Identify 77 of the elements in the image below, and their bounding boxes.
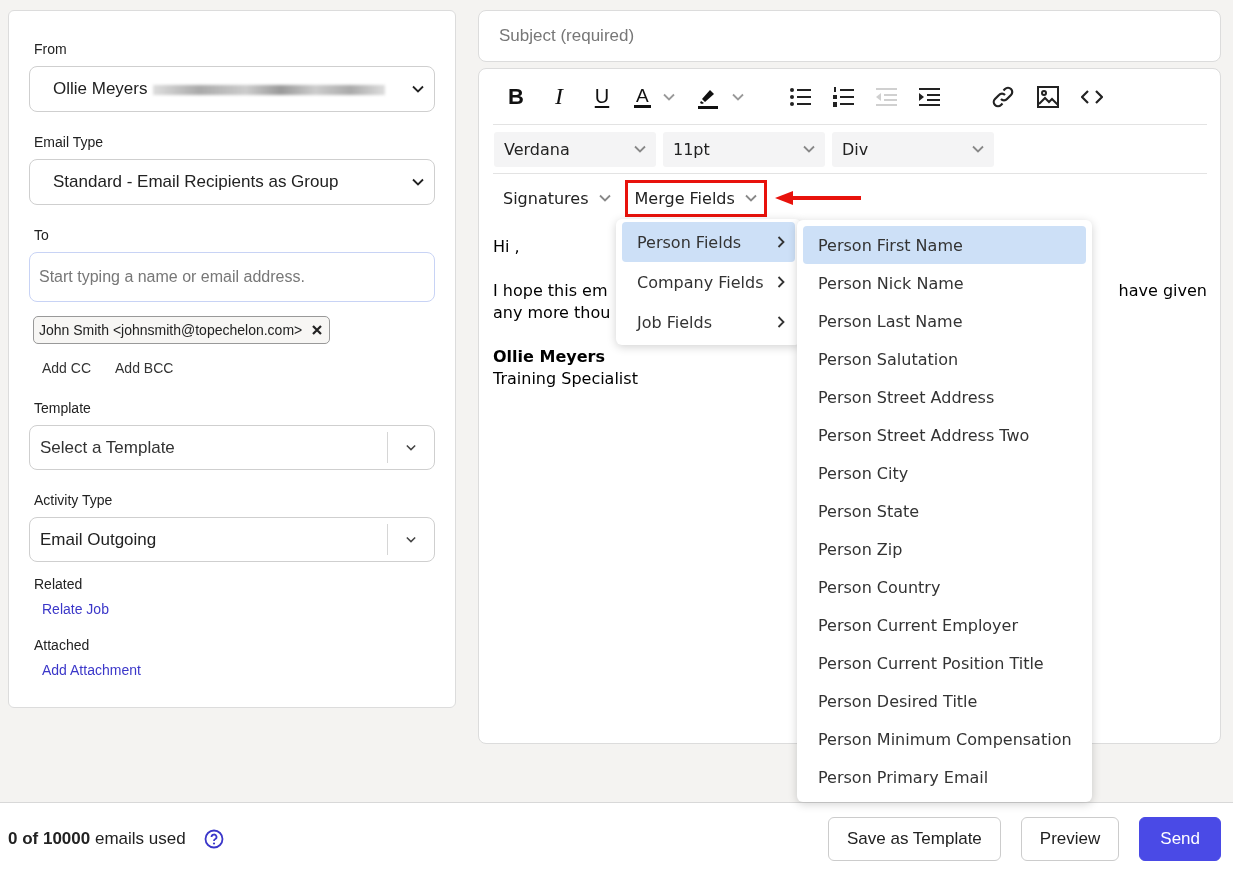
footer-button[interactable]: Save as Template	[828, 816, 1001, 861]
field-label: Related	[34, 576, 84, 592]
chevron-down-icon	[731, 92, 744, 101]
chevron-right-icon	[777, 276, 785, 288]
activity-type-dropdown[interactable]: Email Outgoing	[29, 517, 435, 562]
field-label: Attached	[34, 637, 91, 653]
chevron-down-icon	[406, 536, 416, 543]
email-type-select[interactable]: Standard - Email Recipients as Group	[29, 159, 435, 205]
subject-field[interactable]: Subject (required)	[478, 10, 1221, 62]
bold-button[interactable]: B	[505, 83, 527, 110]
chevron-down-icon	[744, 194, 757, 202]
chevron-down-icon	[634, 145, 646, 153]
chevron-down-icon	[412, 178, 424, 186]
add-recipient-link[interactable]: Add CC	[42, 360, 92, 376]
menu-item[interactable]: Job Fields	[622, 302, 795, 342]
insert-menu-button[interactable]: Signatures	[493, 179, 621, 217]
indent-icon[interactable]	[917, 86, 940, 107]
field-label: To	[34, 227, 50, 243]
chevron-right-icon	[777, 316, 785, 328]
code-icon[interactable]	[1080, 88, 1103, 105]
body-text: have given	[1118, 280, 1207, 302]
add-recipient-link[interactable]: Add BCC	[115, 360, 174, 376]
menu-item[interactable]: Person Country	[803, 568, 1086, 606]
chevron-down-icon	[412, 85, 424, 93]
chevron-right-icon	[777, 236, 785, 248]
sender-select[interactable]: Ollie Meyers	[29, 66, 435, 112]
menu-item[interactable]: Person Current Employer	[803, 606, 1086, 644]
footer-button[interactable]: Preview	[1020, 816, 1120, 861]
help-icon[interactable]	[203, 828, 224, 849]
body-text: Hi ,	[493, 236, 520, 258]
menu-item[interactable]: Person Nick Name	[803, 264, 1086, 302]
template-dropdown[interactable]: Select a Template	[29, 425, 435, 470]
underline-button[interactable]: U	[591, 85, 613, 108]
usage-text: 0 of 10000 emails used	[8, 828, 186, 849]
signature-title: Training Specialist	[493, 368, 638, 390]
menu-item[interactable]: Person State	[803, 492, 1086, 530]
menu-item[interactable]: Person Current Position Title	[803, 644, 1086, 682]
chevron-down-icon	[598, 194, 611, 202]
relate-job-link[interactable]: Relate Job	[42, 601, 109, 617]
text-color-button[interactable]: A	[634, 85, 675, 108]
recipient-text: John Smith <johnsmith@topechelon.com>	[39, 322, 303, 338]
format-select[interactable]: Verdana	[494, 131, 656, 167]
menu-item[interactable]: Person Minimum Compensation	[803, 720, 1086, 758]
send-button[interactable]: Send	[1139, 816, 1221, 861]
recipient-input[interactable]: Start typing a name or email address.	[29, 252, 435, 302]
numbered-list-icon[interactable]	[831, 86, 854, 107]
menu-item[interactable]: Person Street Address	[803, 378, 1086, 416]
menu-item[interactable]: Person Salutation	[803, 340, 1086, 378]
italic-button[interactable]: I	[548, 83, 570, 110]
chevron-down-icon	[972, 145, 984, 153]
menu-item[interactable]: Person City	[803, 454, 1086, 492]
chevron-down-icon	[803, 145, 815, 153]
link-icon[interactable]	[990, 84, 1015, 109]
field-label: Email Type	[34, 134, 104, 150]
menu-item[interactable]: Person Last Name	[803, 302, 1086, 340]
body-text: any more thou	[493, 302, 611, 324]
field-label: Activity Type	[34, 492, 114, 508]
chevron-down-icon	[662, 92, 675, 101]
bulleted-list-icon[interactable]	[788, 86, 811, 107]
menu-item[interactable]: Company Fields	[622, 262, 795, 302]
menu-item[interactable]: Person Street Address Two	[803, 416, 1086, 454]
menu-item[interactable]: Person Fields	[622, 222, 795, 262]
close-icon[interactable]	[312, 325, 323, 335]
insert-menu-button[interactable]: Merge Fields	[624, 179, 767, 217]
format-select[interactable]: 11pt	[663, 131, 825, 167]
menu-item[interactable]: Person First Name	[803, 226, 1086, 264]
field-label: Template	[34, 400, 92, 416]
field-label: From	[34, 41, 68, 57]
menu-item[interactable]: Person Zip	[803, 530, 1086, 568]
add-attachment-link[interactable]: Add Attachment	[42, 662, 141, 678]
menu-item[interactable]: Person Desired Title	[803, 682, 1086, 720]
signature-name: Ollie Meyers	[493, 346, 605, 368]
body-text: I hope this em	[493, 280, 608, 302]
chevron-down-icon	[406, 444, 416, 451]
image-icon[interactable]	[1035, 84, 1060, 109]
menu-item[interactable]: Person Primary Email	[803, 758, 1086, 796]
format-select[interactable]: Div	[832, 131, 994, 167]
